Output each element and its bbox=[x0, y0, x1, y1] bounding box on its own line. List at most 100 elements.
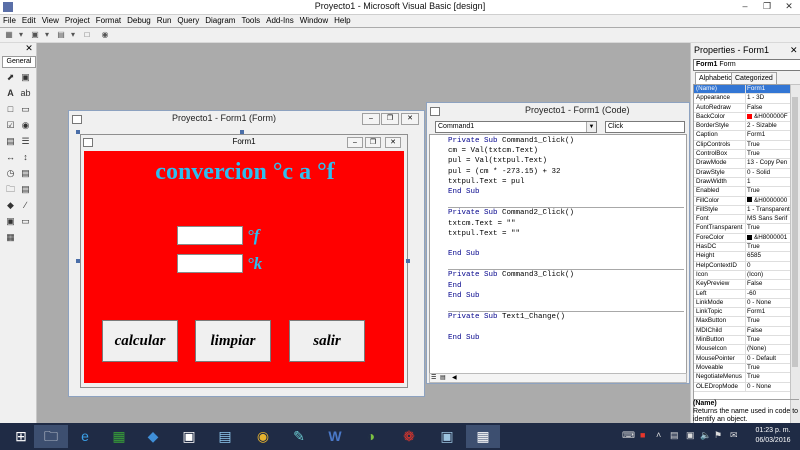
txtpul-textbox[interactable] bbox=[177, 254, 243, 273]
code-line[interactable]: End Sub bbox=[448, 333, 684, 343]
property-value[interactable]: False bbox=[745, 326, 790, 335]
property-row[interactable]: FontTransparent True bbox=[694, 224, 790, 234]
minimize-icon[interactable]: – bbox=[362, 113, 380, 125]
combobox-tool-icon[interactable]: ▤ bbox=[4, 135, 17, 147]
code-line[interactable]: End Sub bbox=[448, 291, 684, 301]
property-row[interactable]: Appearance 1 - 3D bbox=[694, 94, 790, 104]
code-line[interactable] bbox=[448, 301, 684, 311]
object-combo[interactable]: Command1 ▼ bbox=[435, 121, 597, 133]
restore-icon[interactable]: ❐ bbox=[756, 0, 778, 14]
flash-icon[interactable]: ❁ bbox=[392, 425, 426, 448]
frame-tool-icon[interactable]: □ bbox=[4, 103, 17, 115]
menu-item-edit[interactable]: Edit bbox=[19, 15, 39, 27]
line-tool-icon[interactable]: ∕ bbox=[19, 199, 32, 211]
menu-item-run[interactable]: Run bbox=[154, 15, 175, 27]
property-row[interactable]: Height 6585 bbox=[694, 252, 790, 262]
property-value[interactable]: True bbox=[745, 243, 790, 252]
salir-button[interactable]: salir bbox=[289, 320, 365, 362]
property-row[interactable]: OLEDropMode 0 - None bbox=[694, 382, 790, 392]
checkbox-tool-icon[interactable]: ☑ bbox=[4, 119, 17, 131]
form-heading-label[interactable]: convercion °c a °f bbox=[130, 159, 360, 186]
scroll-thumb[interactable] bbox=[792, 97, 798, 367]
limpiar-button[interactable]: limpiar bbox=[195, 320, 271, 362]
listbox-tool-icon[interactable]: ☰ bbox=[19, 135, 32, 147]
lock-icon[interactable]: ◉ bbox=[100, 30, 110, 40]
property-row[interactable]: DrawWidth 1 bbox=[694, 177, 790, 188]
form1[interactable]: Form1 – ❐ ✕ convercion °c a °f °f °k cal… bbox=[80, 134, 408, 388]
network-icon[interactable]: ▤ bbox=[670, 430, 679, 441]
property-row[interactable]: DrawMode 13 - Copy Pen bbox=[694, 159, 790, 169]
hscrollbar-tool-icon[interactable]: ↔ bbox=[4, 151, 17, 163]
txtcm-textbox[interactable] bbox=[177, 226, 243, 245]
minimize-icon[interactable]: – bbox=[734, 0, 756, 14]
add-project-icon[interactable]: ▦ bbox=[4, 30, 14, 40]
property-value[interactable]: True bbox=[745, 224, 790, 233]
property-value[interactable]: 0 - None bbox=[745, 382, 790, 391]
property-value[interactable]: 1 - 3D bbox=[745, 94, 790, 103]
property-value[interactable]: Form1 bbox=[745, 308, 790, 317]
resize-handle[interactable] bbox=[76, 259, 80, 263]
code-line[interactable] bbox=[448, 259, 684, 269]
procedure-combo[interactable]: Click bbox=[605, 121, 685, 133]
property-row[interactable]: HasDC True bbox=[694, 243, 790, 253]
notepad-app-icon[interactable]: ✎ bbox=[282, 425, 316, 448]
dropbox-icon[interactable]: ◆ bbox=[136, 425, 170, 448]
property-value[interactable]: 2 - Sizable bbox=[745, 122, 790, 131]
code-line[interactable]: pul = (cm * -273.15) + 32 bbox=[448, 167, 684, 177]
menu-item-file[interactable]: File bbox=[0, 15, 19, 27]
property-row[interactable]: MousePointer 0 - Default bbox=[694, 354, 790, 364]
app-icon[interactable]: ◑ bbox=[354, 425, 388, 448]
timer-tool-icon[interactable]: ◷ bbox=[4, 167, 17, 179]
code-line[interactable]: Private Sub Command1_Click() bbox=[448, 136, 684, 146]
minimize-icon[interactable]: – bbox=[347, 137, 363, 148]
property-row[interactable]: MouseIcon (None) bbox=[694, 345, 790, 355]
menu-item-view[interactable]: View bbox=[39, 15, 62, 27]
property-row[interactable]: KeyPreview False bbox=[694, 280, 790, 290]
properties-object-combo[interactable]: Form1 Form bbox=[693, 59, 800, 71]
code-line[interactable]: Private Sub Command3_Click() bbox=[448, 269, 684, 280]
flag-icon[interactable]: ⚑ bbox=[714, 430, 722, 441]
dropdown-arrow-icon[interactable]: ▾ bbox=[68, 30, 78, 40]
unit-f-label[interactable]: °f bbox=[247, 226, 259, 246]
property-row[interactable]: BorderStyle 2 - Sizable bbox=[694, 122, 790, 132]
property-row[interactable]: AutoRedraw False bbox=[694, 103, 790, 113]
code-hscrollbar[interactable]: ☰ ▤ ◀ bbox=[429, 373, 687, 383]
add-form-icon[interactable]: ▣ bbox=[30, 30, 40, 40]
property-row[interactable]: FillColor &H0000000 bbox=[694, 196, 790, 206]
tab-categorized[interactable]: Categorized bbox=[731, 72, 777, 84]
property-row[interactable]: Icon (Icon) bbox=[694, 270, 790, 281]
menu-item-window[interactable]: Window bbox=[297, 15, 331, 27]
property-row[interactable]: Caption Form1 bbox=[694, 131, 790, 141]
scroll-left-icon[interactable]: ◀ bbox=[452, 374, 457, 381]
shape-tool-icon[interactable]: ◆ bbox=[4, 199, 17, 211]
calcular-button[interactable]: calcular bbox=[102, 320, 178, 362]
dropdown-arrow-icon[interactable]: ▾ bbox=[16, 30, 26, 40]
menu-item-debug[interactable]: Debug bbox=[124, 15, 154, 27]
property-row[interactable]: ClipControls True bbox=[694, 140, 790, 151]
code-line[interactable] bbox=[448, 322, 684, 332]
property-row[interactable]: MinButton True bbox=[694, 336, 790, 346]
file-explorer-icon[interactable]: 🗀 bbox=[34, 425, 68, 448]
property-value[interactable]: Form1 bbox=[745, 85, 790, 94]
code-line[interactable]: Private Sub Command2_Click() bbox=[448, 207, 684, 218]
toolbox-tab-general[interactable]: General bbox=[2, 56, 36, 68]
properties-scrollbar[interactable] bbox=[790, 84, 800, 443]
open-icon[interactable]: □ bbox=[82, 30, 92, 40]
dropdown-arrow-icon[interactable]: ▾ bbox=[42, 30, 52, 40]
battery-icon[interactable]: ▣ bbox=[686, 430, 695, 441]
image-tool-icon[interactable]: ▣ bbox=[4, 215, 17, 227]
action-center-icon[interactable]: ✉ bbox=[730, 430, 738, 441]
property-row[interactable]: NegotiateMenus True bbox=[694, 373, 790, 383]
menu-item-addins[interactable]: Add-Ins bbox=[263, 15, 297, 27]
property-row[interactable]: DrawStyle 0 - Solid bbox=[694, 168, 790, 178]
code-line[interactable]: cm = Val(txtcm.Text) bbox=[448, 146, 684, 156]
code-line[interactable]: txtpul.Text = "" bbox=[448, 229, 684, 239]
property-row[interactable]: Moveable True bbox=[694, 363, 790, 374]
property-row[interactable]: MDIChild False bbox=[694, 326, 790, 337]
property-row[interactable]: HelpContextID 0 bbox=[694, 261, 790, 271]
property-value[interactable]: Form1 bbox=[745, 131, 790, 140]
menu-item-query[interactable]: Query bbox=[174, 15, 202, 27]
property-value[interactable]: 1 bbox=[745, 177, 790, 187]
remote-desktop-icon[interactable]: ▤ bbox=[208, 425, 242, 448]
internet-explorer-icon[interactable]: e bbox=[68, 425, 102, 448]
